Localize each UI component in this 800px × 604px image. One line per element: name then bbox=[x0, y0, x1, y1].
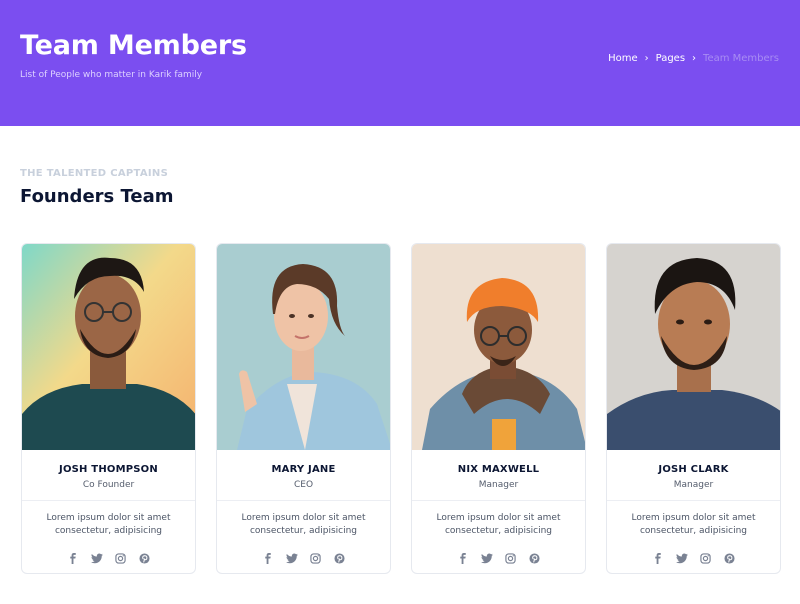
member-name: JOSH CLARK bbox=[658, 464, 729, 475]
divider bbox=[217, 500, 390, 501]
section-title: Founders Team bbox=[20, 186, 174, 207]
member-photo bbox=[22, 244, 195, 450]
divider bbox=[607, 500, 780, 501]
instagram-icon[interactable] bbox=[699, 552, 712, 565]
instagram-icon[interactable] bbox=[309, 552, 322, 565]
facebook-icon[interactable] bbox=[651, 552, 664, 565]
instagram-icon[interactable] bbox=[114, 552, 127, 565]
twitter-icon[interactable] bbox=[675, 552, 688, 565]
page-subtitle: List of People who matter in Karik famil… bbox=[20, 70, 203, 80]
pinterest-icon[interactable] bbox=[723, 552, 736, 565]
chevron-right-icon: › bbox=[644, 53, 649, 64]
member-name: JOSH THOMPSON bbox=[59, 464, 158, 475]
member-role: Co Founder bbox=[82, 480, 135, 490]
pinterest-icon[interactable] bbox=[528, 552, 541, 565]
social-links bbox=[217, 552, 390, 565]
team-card: NIX MAXWELL Manager Lorem ipsum dolor si… bbox=[411, 243, 586, 574]
team-cards: JOSH THOMPSON Co Founder Lorem ipsum dol… bbox=[21, 243, 781, 574]
member-name: NIX MAXWELL bbox=[457, 464, 540, 475]
team-card: JOSH THOMPSON Co Founder Lorem ipsum dol… bbox=[21, 243, 196, 574]
chevron-right-icon: › bbox=[692, 53, 697, 64]
pinterest-icon[interactable] bbox=[333, 552, 346, 565]
breadcrumb-pages[interactable]: Pages bbox=[656, 53, 685, 64]
divider bbox=[22, 500, 195, 501]
breadcrumb-current: Team Members bbox=[703, 53, 779, 64]
breadcrumb-home[interactable]: Home bbox=[608, 53, 638, 64]
member-role: CEO bbox=[293, 480, 314, 490]
facebook-icon[interactable] bbox=[456, 552, 469, 565]
member-description: Lorem ipsum dolor sit amet consectetur, … bbox=[436, 513, 561, 536]
social-links bbox=[412, 552, 585, 565]
member-photo bbox=[607, 244, 780, 450]
twitter-icon[interactable] bbox=[480, 552, 493, 565]
member-role: Manager bbox=[673, 480, 714, 490]
member-photo bbox=[217, 244, 390, 450]
page-header: Team Members List of People who matter i… bbox=[0, 0, 800, 126]
twitter-icon[interactable] bbox=[90, 552, 103, 565]
pinterest-icon[interactable] bbox=[138, 552, 151, 565]
member-photo bbox=[412, 244, 585, 450]
twitter-icon[interactable] bbox=[285, 552, 298, 565]
divider bbox=[412, 500, 585, 501]
social-links bbox=[607, 552, 780, 565]
facebook-icon[interactable] bbox=[66, 552, 79, 565]
member-description: Lorem ipsum dolor sit amet consectetur, … bbox=[241, 513, 366, 536]
social-links bbox=[22, 552, 195, 565]
team-card: MARY JANE CEO Lorem ipsum dolor sit amet… bbox=[216, 243, 391, 574]
section-eyebrow: THE TALENTED CAPTAINS bbox=[20, 168, 169, 179]
page-title: Team Members bbox=[20, 30, 247, 61]
team-card: JOSH CLARK Manager Lorem ipsum dolor sit… bbox=[606, 243, 781, 574]
breadcrumb: Home › Pages › Team Members bbox=[608, 53, 779, 64]
facebook-icon[interactable] bbox=[261, 552, 274, 565]
member-name: MARY JANE bbox=[271, 464, 336, 475]
instagram-icon[interactable] bbox=[504, 552, 517, 565]
member-role: Manager bbox=[478, 480, 519, 490]
member-description: Lorem ipsum dolor sit amet consectetur, … bbox=[46, 513, 171, 536]
member-description: Lorem ipsum dolor sit amet consectetur, … bbox=[631, 513, 756, 536]
